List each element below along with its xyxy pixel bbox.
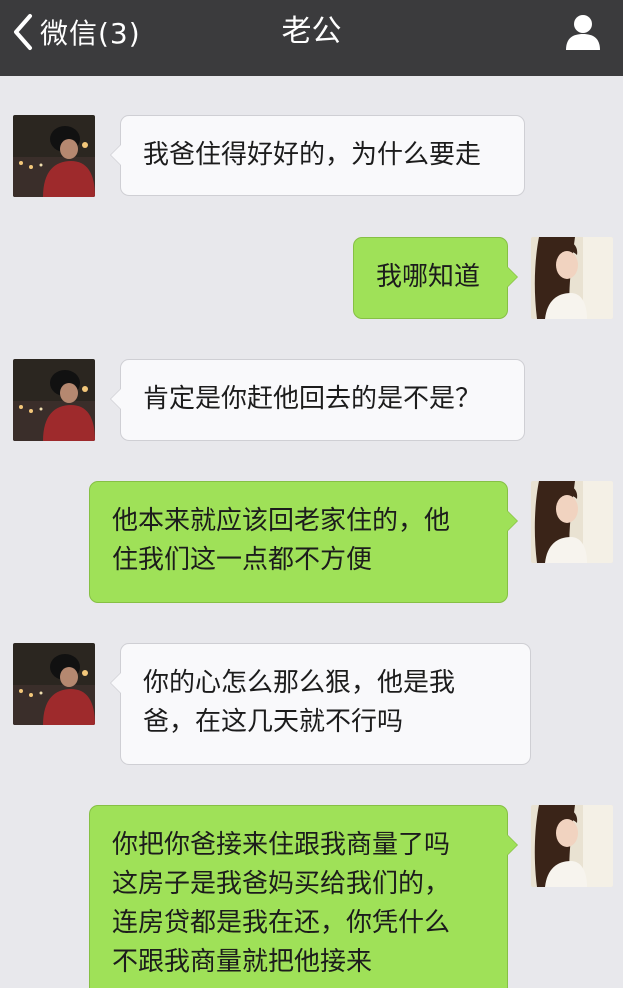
- message-bubble-outgoing[interactable]: 他本来就应该回老家住的，他 住我们这一点都不方便: [89, 481, 518, 603]
- person-icon: [563, 15, 603, 56]
- message-text: 不跟我商量就把他接来: [112, 947, 373, 977]
- contact-avatar[interactable]: [13, 359, 95, 441]
- my-avatar[interactable]: [531, 481, 613, 563]
- chat-scroll-area[interactable]: 我爸住得好好的，为什么要走 我哪知道 肯定是你赶他回去的是不是？ 他本来就应该回…: [0, 76, 623, 988]
- navigation-bar: 微信(3) 老公: [0, 0, 623, 76]
- message-row: 你把你爸接来住跟我商量了吗 这房子是我爸妈买给我们的， 连房贷都是我在还，你凭什…: [0, 805, 623, 988]
- message-bubble-incoming[interactable]: 你的心怎么那么狠，他是我 爸，在这几天就不行吗: [110, 643, 531, 765]
- my-avatar[interactable]: [531, 805, 613, 887]
- message-row: 我爸住得好好的，为什么要走: [0, 115, 623, 197]
- message-bubble-outgoing[interactable]: 我哪知道: [353, 237, 518, 319]
- message-text: 住我们这一点都不方便: [112, 545, 373, 575]
- message-text: 连房贷都是我在还，你凭什么: [112, 908, 451, 938]
- contact-avatar[interactable]: [13, 643, 95, 725]
- message-text: 你把你爸接来住跟我商量了吗: [112, 830, 451, 860]
- message-row: 肯定是你赶他回去的是不是？: [0, 359, 623, 441]
- chevron-left-icon: [12, 12, 34, 52]
- message-text: 我哪知道: [376, 262, 481, 292]
- message-bubble-incoming[interactable]: 我爸住得好好的，为什么要走: [110, 115, 525, 196]
- contact-avatar[interactable]: [13, 115, 95, 197]
- message-text: 他本来就应该回老家住的，他: [112, 506, 451, 536]
- message-text: 你的心怎么那么狠，他是我: [143, 668, 456, 698]
- message-text: 爸，在这几天就不行吗: [143, 707, 404, 737]
- message-row: 你的心怎么那么狠，他是我 爸，在这几天就不行吗: [0, 643, 623, 765]
- profile-button[interactable]: [563, 12, 603, 52]
- message-text: 肯定是你赶他回去的是不是？: [143, 384, 482, 414]
- my-avatar[interactable]: [531, 237, 613, 319]
- message-text: 这房子是我爸妈买给我们的，: [112, 869, 451, 899]
- back-button[interactable]: 微信(3): [12, 12, 141, 52]
- back-label: 微信(3): [40, 17, 141, 50]
- message-text: 我爸住得好好的，为什么要走: [143, 140, 482, 170]
- message-row: 他本来就应该回老家住的，他 住我们这一点都不方便: [0, 481, 623, 603]
- message-row: 我哪知道: [0, 237, 623, 319]
- message-bubble-outgoing[interactable]: 你把你爸接来住跟我商量了吗 这房子是我爸妈买给我们的， 连房贷都是我在还，你凭什…: [89, 805, 518, 988]
- message-bubble-incoming[interactable]: 肯定是你赶他回去的是不是？: [110, 359, 525, 441]
